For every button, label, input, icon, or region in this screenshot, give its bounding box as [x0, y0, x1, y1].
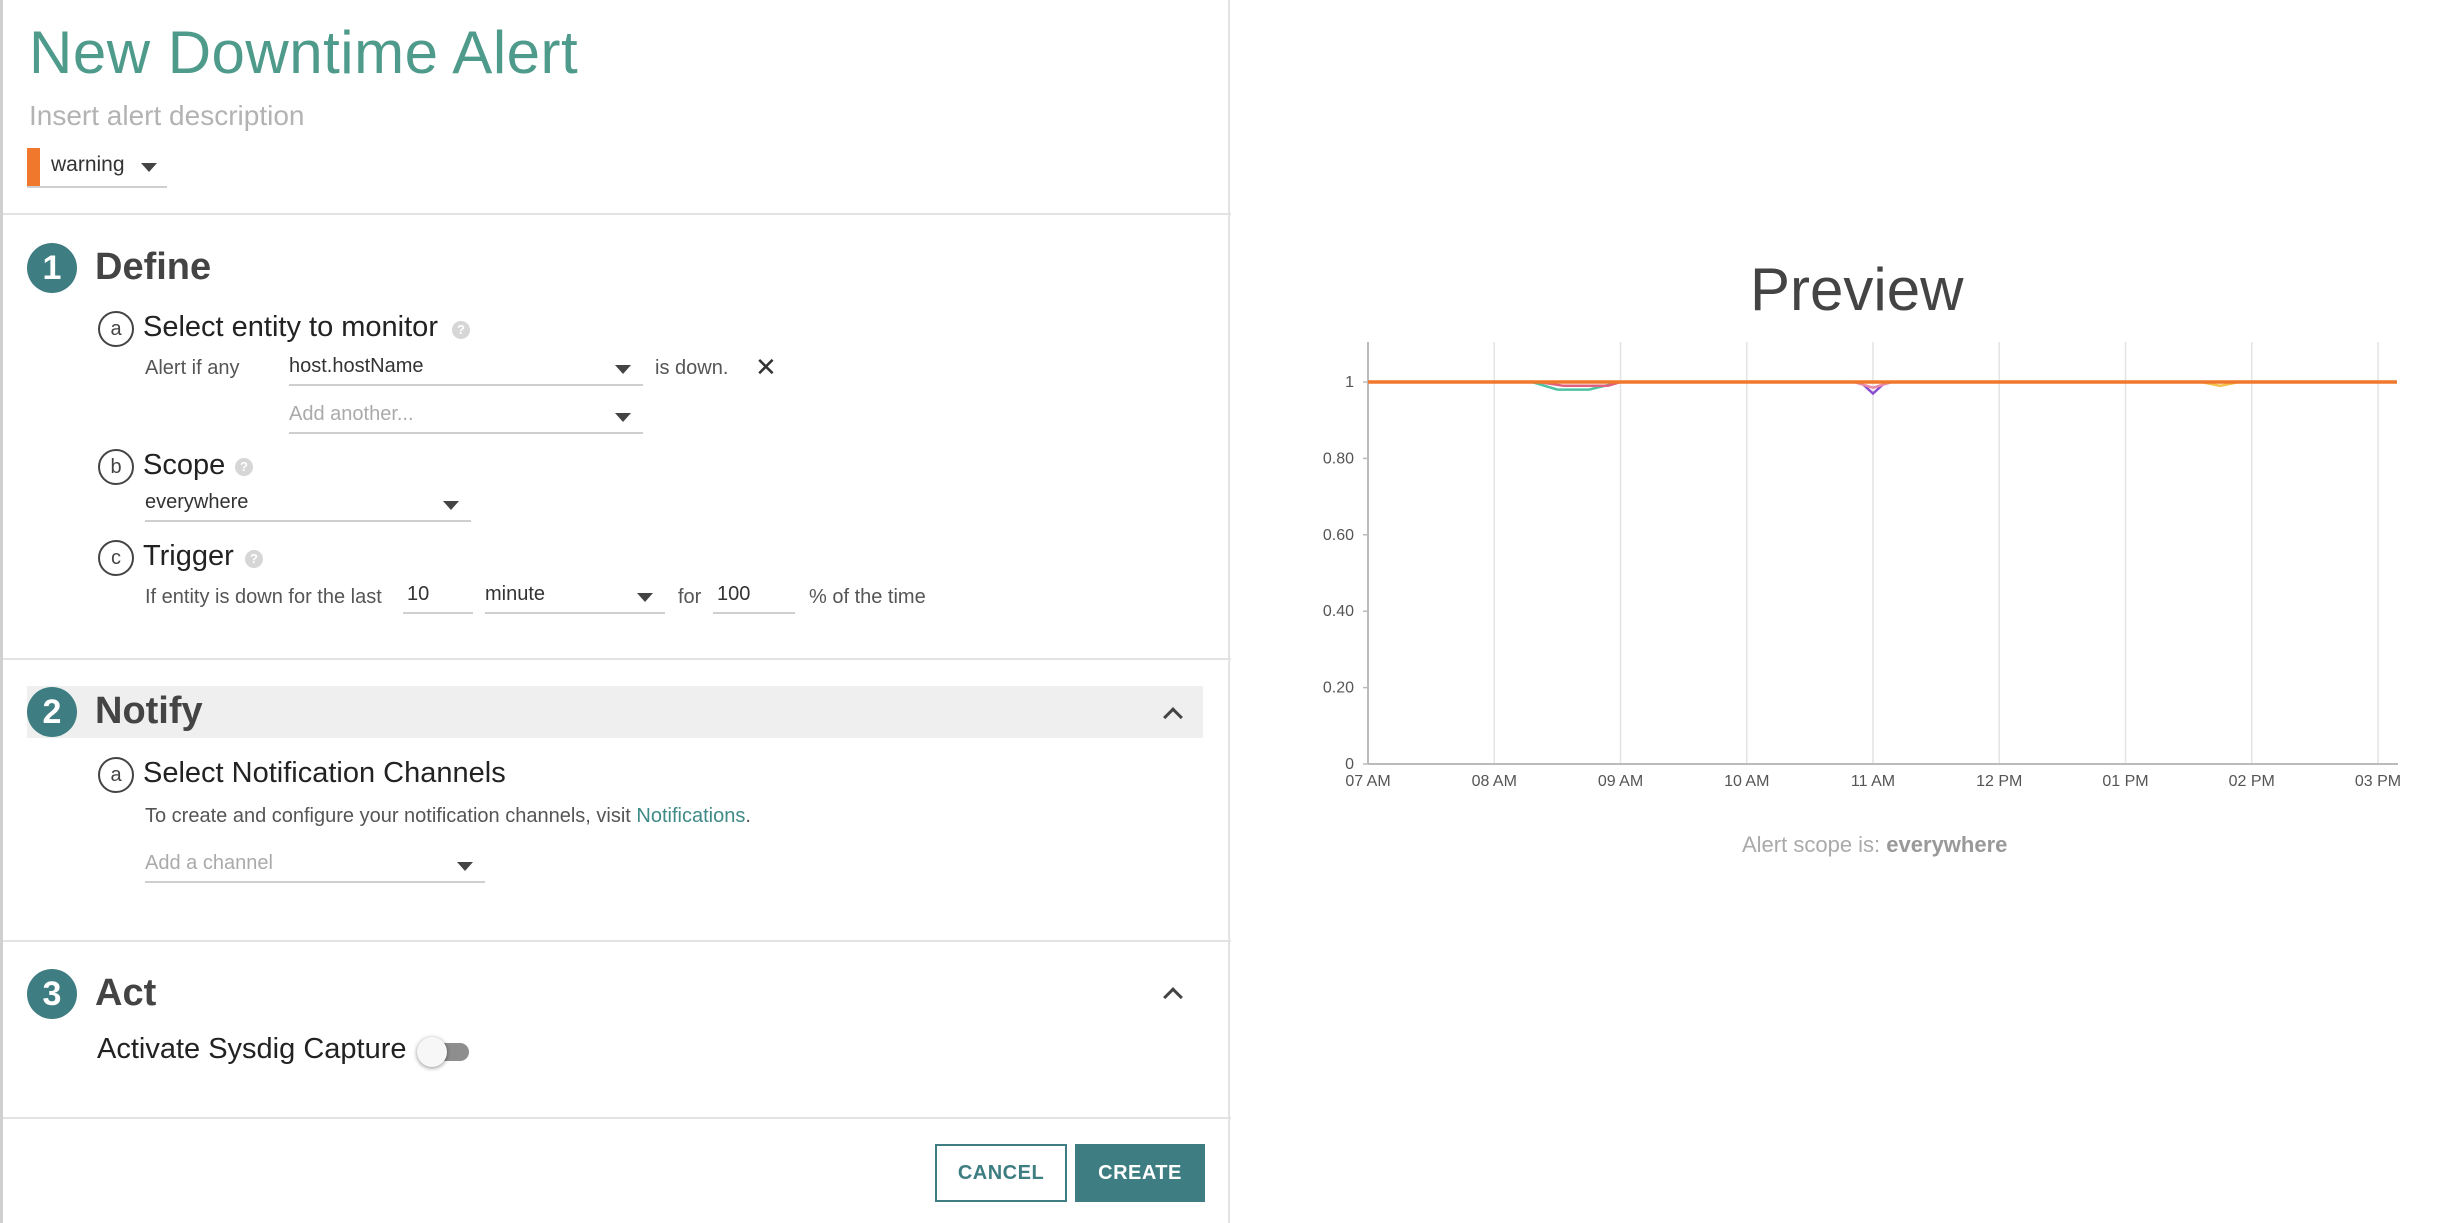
notify-section-header[interactable] — [27, 686, 1203, 738]
alert-scope-note: Alert scope is: everywhere — [1742, 832, 2007, 858]
chevron-down-icon — [615, 365, 631, 374]
chevron-down-icon — [637, 593, 653, 602]
section-title-notify: Notify — [95, 690, 203, 732]
x-tick-label: 01 PM — [2102, 773, 2148, 790]
scope-note-prefix: Alert scope is: — [1742, 832, 1881, 857]
add-another-select[interactable]: Add another... — [289, 400, 643, 434]
trigger-title: Trigger — [143, 540, 234, 572]
x-tick-label: 03 PM — [2355, 773, 2401, 790]
trigger-percent-value: 100 — [717, 583, 751, 605]
channels-hint-text: To create and configure your notificatio… — [145, 805, 631, 827]
chevron-down-icon — [615, 413, 631, 422]
channel-select-placeholder: Add a channel — [145, 852, 273, 874]
x-tick-label: 12 PM — [1976, 773, 2022, 790]
alert-form-panel: New Downtime Alert Insert alert descript… — [0, 0, 1231, 1223]
toggle-knob — [417, 1037, 447, 1067]
step-number-notify: 2 — [27, 687, 77, 737]
step-number-act: 3 — [27, 969, 77, 1019]
is-down-label: is down. — [655, 357, 729, 379]
entity-select-value: host.hostName — [289, 355, 424, 377]
x-tick-label: 09 AM — [1598, 773, 1643, 790]
trigger-duration-value: 10 — [407, 583, 430, 605]
notifications-link[interactable]: Notifications — [636, 805, 745, 827]
y-tick-label: 1 — [1345, 374, 1354, 391]
help-icon[interactable]: ? — [245, 550, 263, 568]
substep-letter-a: a — [98, 757, 134, 793]
y-tick-label: 0.80 — [1323, 450, 1354, 467]
step-number-define: 1 — [27, 243, 77, 293]
trigger-unit-select[interactable]: minute — [485, 580, 665, 614]
entity-title: Select entity to monitor — [143, 311, 438, 343]
divider — [3, 658, 1231, 660]
x-tick-label: 08 AM — [1472, 773, 1517, 790]
scope-note-value: everywhere — [1886, 832, 2008, 857]
chevron-down-icon — [457, 862, 473, 871]
y-tick-label: 0 — [1345, 756, 1354, 773]
section-title-act: Act — [95, 972, 157, 1014]
substep-letter-c: c — [98, 540, 134, 576]
trigger-percent-input[interactable]: 100 — [713, 580, 795, 614]
chevron-down-icon — [141, 163, 157, 172]
alert-description-input[interactable]: Insert alert description — [29, 100, 304, 132]
preview-chart: 07 AM 08 AM 09 AM 10 AM 11 AM 12 PM 01 PM 02 PM… — [1323, 342, 2401, 790]
x-tick-label: 02 PM — [2229, 773, 2275, 790]
trigger-unit-value: minute — [485, 583, 546, 605]
sysdig-capture-toggle[interactable] — [417, 1037, 473, 1067]
chevron-down-icon — [443, 501, 459, 510]
create-button[interactable]: CREATE — [1075, 1144, 1205, 1202]
channels-hint: To create and configure your notificatio… — [145, 805, 751, 828]
entity-select[interactable]: host.hostName — [289, 352, 643, 386]
channels-hint-period: . — [745, 805, 751, 827]
substep-letter-b: b — [98, 449, 134, 485]
scope-title: Scope — [143, 449, 226, 481]
alert-title[interactable]: New Downtime Alert — [29, 18, 578, 87]
y-tick-label: 0.40 — [1323, 603, 1354, 620]
remove-entity-icon[interactable]: ✕ — [755, 352, 777, 383]
cancel-button[interactable]: CANCEL — [935, 1144, 1067, 1202]
scope-select[interactable]: everywhere — [145, 488, 471, 522]
divider — [3, 940, 1231, 942]
help-icon[interactable]: ? — [452, 321, 470, 339]
trigger-prefix-label: If entity is down for the last — [145, 586, 382, 608]
section-title-define: Define — [95, 246, 212, 288]
channels-title: Select Notification Channels — [143, 757, 506, 789]
severity-value: warning — [51, 153, 125, 176]
chevron-up-icon[interactable] — [1163, 987, 1183, 1007]
scope-select-value: everywhere — [145, 491, 249, 513]
substep-letter-a: a — [98, 311, 134, 347]
percent-suffix-label: % of the time — [809, 586, 926, 608]
alert-if-any-label: Alert if any — [145, 357, 240, 379]
add-another-placeholder: Add another... — [289, 403, 414, 425]
y-tick-label: 0.20 — [1323, 680, 1354, 697]
divider — [3, 1117, 1231, 1119]
severity-color-bar — [27, 148, 40, 186]
divider — [3, 213, 1231, 215]
x-tick-label: 07 AM — [1345, 773, 1390, 790]
severity-dropdown[interactable]: warning — [27, 148, 167, 188]
trigger-duration-input[interactable]: 10 — [403, 580, 473, 614]
x-tick-label: 11 AM — [1851, 773, 1895, 790]
help-icon[interactable]: ? — [235, 458, 253, 476]
sysdig-capture-label: Activate Sysdig Capture — [97, 1033, 407, 1065]
y-tick-label: 0.60 — [1323, 527, 1354, 544]
for-label: for — [678, 586, 702, 608]
channel-select[interactable]: Add a channel — [145, 849, 485, 883]
preview-title: Preview — [1750, 256, 1964, 323]
x-tick-label: 10 AM — [1724, 773, 1769, 790]
